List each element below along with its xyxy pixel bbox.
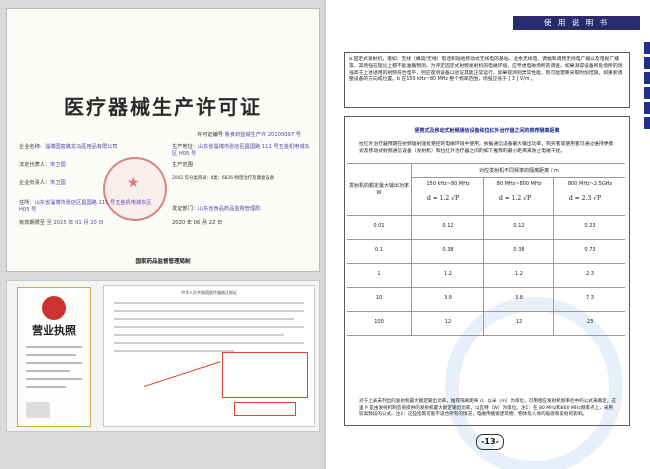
distance-cell: 12 xyxy=(444,319,452,325)
distance-column-header: 对应发射机不同频率的隔离距离 / m xyxy=(479,168,559,174)
grid-line xyxy=(347,263,625,264)
power-column-header: 发射机的额定最大输出功率 W xyxy=(349,183,410,196)
separation-distance-table: 便携式及移动式射频通信设备和拉红外治疗器之间的推荐隔离距离 拉红外治疗器预期在射… xyxy=(344,116,630,469)
power-cell: 100 xyxy=(374,319,384,325)
side-tab xyxy=(644,42,650,54)
freq-band-3: 800 MHz~2.5GHz xyxy=(567,181,613,187)
text-line xyxy=(26,346,82,348)
distance-cell: 0.38 xyxy=(513,247,525,253)
text-line xyxy=(26,386,66,388)
side-tab xyxy=(644,72,650,84)
formula-1: d = 1.2 √P xyxy=(427,195,459,202)
right-page: 使 用 说 明 书 a 固定式发射机，诸如：无线（蜂窝/无绳）电话和陆地移动式无… xyxy=(326,0,650,469)
side-tab xyxy=(644,57,650,69)
business-license: 营业执照 xyxy=(17,287,91,427)
table-notes: 对于上表未列出的发射机最大额定输出功率，推荐隔离距离 d，以米（m）为单位，可用… xyxy=(359,399,616,418)
license-footer: 国家药品监督管理局制 xyxy=(135,259,191,265)
production-scope: 2002 年分类目录：Ⅱ类：6826-物理治疗及康复设备 xyxy=(172,176,275,181)
highlight-box xyxy=(222,352,308,398)
text-line xyxy=(114,334,284,336)
side-tab xyxy=(644,117,650,129)
legal-rep: 法定代表人：宋卫国 xyxy=(19,162,66,168)
grid-line xyxy=(347,311,625,312)
distance-cell: 12 xyxy=(515,319,523,325)
distance-cell: 3.8 xyxy=(515,295,523,301)
arrow-icon xyxy=(144,361,221,388)
grid-line xyxy=(347,335,625,336)
text-line xyxy=(26,354,76,356)
power-cell: 0.01 xyxy=(373,223,385,229)
text-line xyxy=(114,350,234,352)
grid-line xyxy=(411,177,625,178)
grid-line xyxy=(347,163,625,164)
left-page: 医疗器械生产许可证 许可证编号 鲁食药监械生产许 20100097 号 企业名称… xyxy=(0,0,324,469)
scan-header: 中华人民共和国医疗器械注册证 xyxy=(181,290,237,295)
distance-cell: 0.12 xyxy=(442,223,454,229)
formula-3: d = 2.3 √P xyxy=(569,195,601,202)
power-cell: 0.1 xyxy=(375,247,383,253)
text-line xyxy=(114,326,304,328)
distance-cell: 0.73 xyxy=(584,247,596,253)
star-icon: ★ xyxy=(127,175,140,191)
distance-cell: 0.38 xyxy=(442,247,454,253)
side-tabs xyxy=(644,42,650,242)
text-line xyxy=(114,318,294,320)
highlight-box xyxy=(234,402,296,416)
side-tab xyxy=(644,87,650,99)
production-address: 生产地址：山东省淄博市张店区昌国路 111 号五金机电城东区 H05 号 xyxy=(172,144,310,157)
page-number: -13- xyxy=(476,434,504,450)
business-license-title: 营业执照 xyxy=(32,324,76,337)
grid-line xyxy=(347,239,625,240)
manual-header: 使 用 说 明 书 xyxy=(513,16,640,30)
distance-cell: 23 xyxy=(586,319,594,325)
company-name: 企业名称：淄博国富鑫龙马医用品有限公司 xyxy=(19,144,118,150)
distance-cell: 0.12 xyxy=(513,223,525,229)
distance-grid: 发射机的额定最大输出功率 W 对应发射机不同频率的隔离距离 / m 150 kH… xyxy=(347,163,625,393)
table-title: 便携式及移动式射频通信设备和拉红外治疗器之间的推荐隔离距离 xyxy=(414,128,560,134)
official-seal: ★ xyxy=(103,157,167,221)
distance-cell: 2.3 xyxy=(586,271,594,277)
distance-cell: 1.2 xyxy=(444,271,452,277)
distance-cell: 3.8 xyxy=(444,295,452,301)
freq-band-2: 80 MHz~800 MHz xyxy=(496,181,542,187)
national-emblem-icon xyxy=(42,296,66,320)
distance-cell: 0.23 xyxy=(584,223,596,229)
table-intro: 拉红外治疗器预期在射频辐射骚扰受控的电磁环境中使用。依据通信设备最大输出功率，购… xyxy=(359,142,614,154)
enterprise-head: 企业负责人：宋卫国 xyxy=(19,180,66,186)
production-scope-label: 生产范围 xyxy=(172,162,193,168)
field-strength-note-box: a 固定式发射机，诸如：无线（蜂窝/无绳）电话和陆地移动式无线电的基站、业余无线… xyxy=(344,52,630,108)
grid-line xyxy=(411,163,412,335)
formula-2: d = 1.2 √P xyxy=(499,195,531,202)
distance-cell: 7.3 xyxy=(586,295,594,301)
expire-date: 有效期限至 至 2025 年 01 月 20 日 xyxy=(19,220,104,226)
power-cell: 10 xyxy=(375,295,383,301)
freq-band-1: 150 kHz~80 MHz xyxy=(426,181,470,187)
registration-certificate-scan: 中华人民共和国医疗器械注册证 xyxy=(103,285,315,427)
license-number: 许可证编号 鲁食药监械生产许 20100097 号 xyxy=(197,132,301,138)
power-cell: 1 xyxy=(377,271,381,277)
text-line xyxy=(26,370,70,372)
distance-cell: 1.2 xyxy=(515,271,523,277)
issuer: 发证部门：山东省食品药品监督管理局 xyxy=(172,206,261,212)
side-tab xyxy=(644,102,650,114)
text-line xyxy=(114,342,304,344)
grid-line xyxy=(347,287,625,288)
text-line xyxy=(114,302,304,304)
text-line xyxy=(26,362,82,364)
qr-code-icon xyxy=(26,402,50,418)
grid-line xyxy=(347,215,625,216)
issue-date: 2020 年 06 月 22 日 xyxy=(172,220,223,226)
text-line xyxy=(26,378,82,380)
document-scans: 营业执照 中华人民共和国医疗器械注册证 xyxy=(6,280,320,432)
grid-line xyxy=(483,177,484,335)
text-line xyxy=(114,310,304,312)
license-title: 医疗器械生产许可证 xyxy=(64,95,262,119)
field-strength-note: a 固定式发射机，诸如：无线（蜂窝/无绳）电话和陆地移动式无线电的基站、业余无线… xyxy=(349,57,623,83)
medical-device-license: 医疗器械生产许可证 许可证编号 鲁食药监械生产许 20100097 号 企业名称… xyxy=(6,8,320,272)
grid-line xyxy=(553,177,554,335)
